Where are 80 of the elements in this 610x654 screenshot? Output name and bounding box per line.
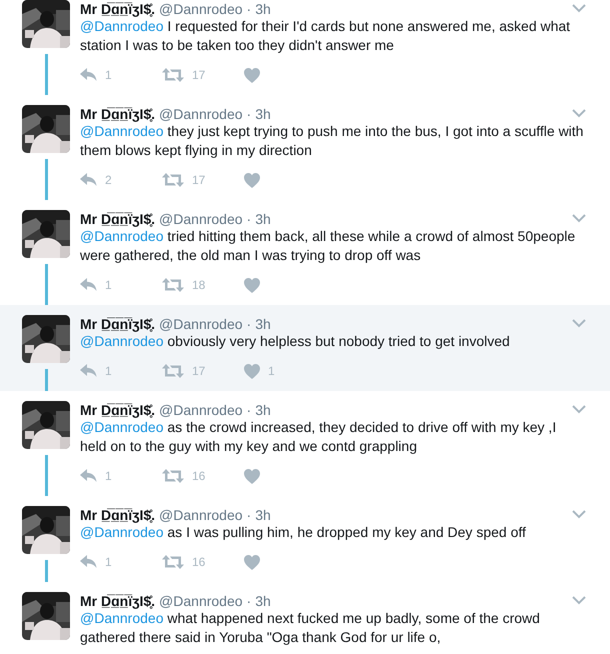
mention-link[interactable]: @Dannrodeo [80,419,164,435]
user-handle: @Dannrodeo [159,0,243,16]
chevron-down-icon[interactable] [572,109,586,118]
user-name[interactable]: Mr D̲̅ɑ̲̅n̲̅ïʒI$̥̊. [80,210,156,226]
user-handle: @Dannrodeo [159,592,243,608]
reply-icon[interactable] [80,68,97,82]
heart-icon[interactable] [244,172,260,188]
timestamp[interactable]: 3h [255,210,271,226]
count: 17 [192,364,206,378]
user-name[interactable]: Mr D̲̅ɑ̲̅n̲̅ïʒI$̥̊. [80,316,156,332]
count: 2 [105,173,112,187]
count: 1 [105,68,112,82]
user-handle: @Dannrodeo [159,106,243,122]
retweet-icon[interactable] [162,278,184,292]
retweet-icon[interactable] [162,364,184,378]
chevron-down-icon[interactable] [572,214,586,223]
tweet-text: @Dannrodeo as the crowd increased, they decided to drive off with my key ,I held on to the guy with my key and we contd grappling [80,418,558,456]
separator: · [246,506,252,522]
retweet-icon[interactable] [162,68,184,82]
separator: · [246,106,252,122]
chevron-down-icon[interactable] [572,4,586,13]
timestamp[interactable]: 3h [255,0,271,16]
user-handle: @Dannrodeo [159,210,243,226]
user-name[interactable]: Mr D̲̅ɑ̲̅n̲̅ïʒI$̥̊. [80,0,156,16]
separator: · [246,0,252,16]
reply-icon[interactable] [80,364,97,378]
timestamp[interactable]: 3h [255,106,271,122]
timestamp[interactable]: 3h [255,316,271,332]
reply-icon[interactable] [80,555,97,569]
heart-icon[interactable] [244,364,260,378]
user-handle: @Dannrodeo [159,316,243,332]
timestamp[interactable]: 3h [255,592,271,608]
separator: · [246,402,252,418]
user-handle: @Dannrodeo [159,506,243,522]
mention-link[interactable]: @Dannrodeo [80,123,164,139]
chevron-down-icon[interactable] [572,319,586,328]
count: 1 [105,555,112,569]
count: 18 [192,278,206,292]
count: 1 [105,469,112,483]
mention-link[interactable]: @Dannrodeo [80,18,164,34]
chevron-down-icon[interactable] [572,405,586,414]
retweet-icon[interactable] [162,173,184,187]
user-name[interactable]: Mr D̲̅ɑ̲̅n̲̅ïʒI$̥̊. [80,402,156,418]
heart-icon[interactable] [244,68,260,82]
retweet-icon[interactable] [162,469,184,483]
count: 1 [105,364,112,378]
count: 16 [192,555,206,569]
tweet-text: @Dannrodeo I requested for their I'd cards but none answered me, asked what station I was to be taken too they didn't answer me [80,17,572,55]
tweet-text: @Dannrodeo they just kept trying to push me into the bus, I got into a scuffle with them blows kept flying in my direction [80,122,584,160]
count: 17 [192,173,206,187]
separator: · [246,316,252,332]
user-name[interactable]: Mr D̲̅ɑ̲̅n̲̅ïʒI$̥̊. [80,592,156,608]
timestamp[interactable]: 3h [255,506,271,522]
count: 16 [192,469,206,483]
user-handle: @Dannrodeo [159,402,243,418]
user-name[interactable]: Mr D̲̅ɑ̲̅n̲̅ïʒI$̥̊. [80,106,156,122]
heart-icon[interactable] [244,468,260,484]
separator: · [246,210,252,226]
user-name[interactable]: Mr D̲̅ɑ̲̅n̲̅ïʒI$̥̊. [80,506,156,522]
chevron-down-icon[interactable] [572,596,586,605]
separator: · [246,592,252,608]
count: 17 [192,68,206,82]
mention-link[interactable]: @Dannrodeo [80,228,164,244]
tweet-text: @Dannrodeo obviously very helpless but nobody tried to get involved [80,332,511,351]
tweet-text: @Dannrodeo as I was pulling him, he dropped my key and Dey sped off [80,523,527,542]
mention-link[interactable]: @Dannrodeo [80,610,164,626]
heart-icon[interactable] [244,554,260,570]
reply-icon[interactable] [80,173,97,187]
count: 1 [105,278,112,292]
count: 1 [268,364,275,378]
mention-link[interactable]: @Dannrodeo [80,524,164,540]
reply-icon[interactable] [80,278,97,292]
tweet-text: @Dannrodeo tried hitting them back, all these while a crowd of almost 50people were gathered, the old man I was trying to drop off was [80,227,576,265]
timestamp[interactable]: 3h [255,402,271,418]
tweet-text: @Dannrodeo what happened next fucked me up badly, some of the crowd gathered there said in Yoruba "Oga thank God for ur life o, [80,609,541,647]
retweet-icon[interactable] [162,555,184,569]
chevron-down-icon[interactable] [572,510,586,519]
heart-icon[interactable] [244,278,260,292]
reply-icon[interactable] [80,469,97,483]
mention-link[interactable]: @Dannrodeo [80,333,164,349]
